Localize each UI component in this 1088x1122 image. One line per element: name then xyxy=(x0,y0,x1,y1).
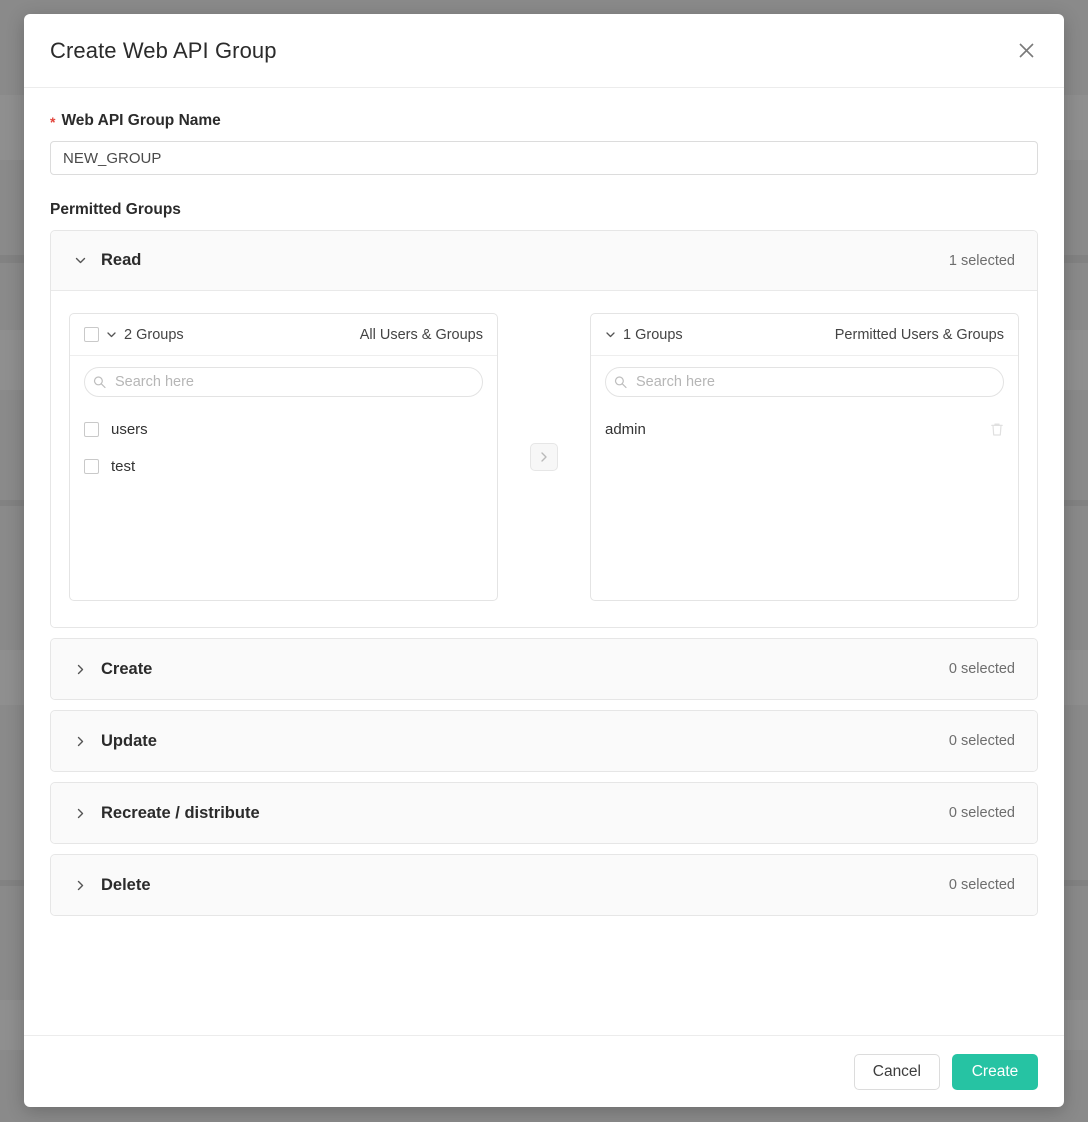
select-all-checkbox[interactable] xyxy=(84,327,99,342)
available-panel-title: All Users & Groups xyxy=(360,327,483,343)
available-search-wrap xyxy=(70,356,497,403)
accordion-item-delete: Delete 0 selected xyxy=(50,854,1038,916)
accordion-header-delete[interactable]: Delete 0 selected xyxy=(51,855,1037,915)
list-item-label: admin xyxy=(605,421,978,438)
list-item[interactable]: admin xyxy=(605,411,1004,448)
chevron-down-icon[interactable] xyxy=(605,329,616,340)
close-icon-glyph xyxy=(1018,42,1035,59)
transfer-panel-permitted: 1 Groups Permitted Users & Groups xyxy=(590,313,1019,601)
chevron-down-icon[interactable] xyxy=(106,329,117,340)
accordion-item-read: Read 1 selected 2 Groups xyxy=(50,230,1038,628)
accordion-title: Delete xyxy=(101,876,949,895)
cancel-button[interactable]: Cancel xyxy=(854,1054,940,1090)
accordion-selected-count: 1 selected xyxy=(949,253,1015,269)
accordion-title: Read xyxy=(101,251,949,270)
available-count-label: 2 Groups xyxy=(124,327,184,343)
accordion-header-update[interactable]: Update 0 selected xyxy=(51,711,1037,771)
accordion-title: Create xyxy=(101,660,949,679)
required-marker: * xyxy=(50,115,55,129)
permissions-accordion: Read 1 selected 2 Groups xyxy=(50,230,1038,916)
transfer-panel-available: 2 Groups All Users & Groups xyxy=(69,313,498,601)
accordion-selected-count: 0 selected xyxy=(949,877,1015,893)
create-button[interactable]: Create xyxy=(952,1054,1038,1090)
accordion-item-recreate-distribute: Recreate / distribute 0 selected xyxy=(50,782,1038,844)
close-icon[interactable] xyxy=(1012,37,1040,65)
available-list: users test xyxy=(70,403,497,600)
transfer-panel-permitted-header: 1 Groups Permitted Users & Groups xyxy=(591,314,1018,356)
permitted-search-wrap xyxy=(591,356,1018,403)
dialog-body: * Web API Group Name Permitted Groups Re… xyxy=(24,88,1064,1035)
list-item-label: users xyxy=(111,421,483,438)
accordion-item-update: Update 0 selected xyxy=(50,710,1038,772)
available-count-group: 2 Groups xyxy=(84,327,360,343)
permitted-count-group: 1 Groups xyxy=(605,327,835,343)
list-item[interactable]: test xyxy=(84,448,483,485)
transfer-panel-available-header: 2 Groups All Users & Groups xyxy=(70,314,497,356)
list-item-checkbox[interactable] xyxy=(84,422,99,437)
search-icon xyxy=(614,376,627,389)
trash-icon[interactable] xyxy=(990,422,1004,437)
accordion-title: Recreate / distribute xyxy=(101,804,949,823)
search-icon xyxy=(93,376,106,389)
permitted-panel-title: Permitted Users & Groups xyxy=(835,327,1004,343)
group-name-label: * Web API Group Name xyxy=(50,112,1038,130)
permitted-list: admin xyxy=(591,403,1018,600)
chevron-right-icon xyxy=(538,451,550,463)
accordion-header-recreate-distribute[interactable]: Recreate / distribute 0 selected xyxy=(51,783,1037,843)
accordion-item-create: Create 0 selected xyxy=(50,638,1038,700)
chevron-right-icon xyxy=(71,879,89,892)
transfer-widget: 2 Groups All Users & Groups xyxy=(51,291,1037,627)
accordion-selected-count: 0 selected xyxy=(949,805,1015,821)
create-web-api-group-dialog: Create Web API Group * Web API Group Nam… xyxy=(24,14,1064,1107)
transfer-controls xyxy=(498,313,590,601)
chevron-right-icon xyxy=(71,807,89,820)
list-item[interactable]: users xyxy=(84,411,483,448)
list-item-label: test xyxy=(111,458,483,475)
chevron-down-icon xyxy=(71,254,89,267)
dialog-footer: Cancel Create xyxy=(24,1035,1064,1107)
permitted-groups-label: Permitted Groups xyxy=(50,201,1038,219)
chevron-right-icon xyxy=(71,735,89,748)
group-name-input[interactable] xyxy=(50,141,1038,175)
group-name-label-text: Web API Group Name xyxy=(61,112,220,130)
accordion-title: Update xyxy=(101,732,949,751)
list-item-checkbox[interactable] xyxy=(84,459,99,474)
accordion-header-create[interactable]: Create 0 selected xyxy=(51,639,1037,699)
available-search-input[interactable] xyxy=(84,367,483,397)
accordion-selected-count: 0 selected xyxy=(949,733,1015,749)
accordion-selected-count: 0 selected xyxy=(949,661,1015,677)
accordion-header-read[interactable]: Read 1 selected xyxy=(51,231,1037,291)
permitted-search-input[interactable] xyxy=(605,367,1004,397)
page-title: Create Web API Group xyxy=(50,38,277,64)
chevron-right-icon xyxy=(71,663,89,676)
permitted-count-label: 1 Groups xyxy=(623,327,683,343)
dialog-header: Create Web API Group xyxy=(24,14,1064,88)
move-right-button[interactable] xyxy=(530,443,558,471)
